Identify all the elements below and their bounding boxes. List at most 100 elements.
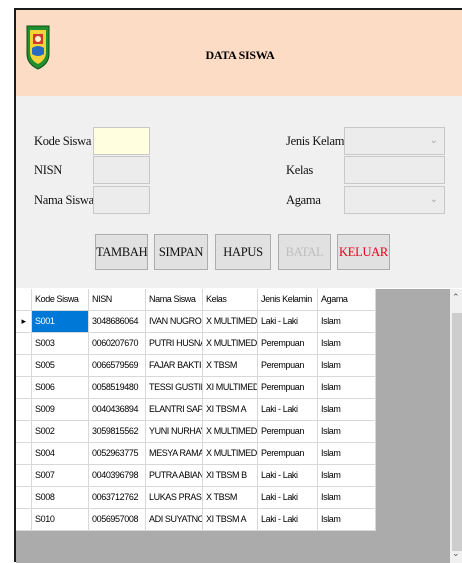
- column-header[interactable]: Jenis Kelamin: [258, 289, 318, 311]
- table-cell[interactable]: IVAN NUGROH...: [146, 311, 203, 333]
- table-cell[interactable]: Islam: [318, 333, 376, 355]
- table-cell[interactable]: XI TBSM A: [203, 509, 258, 531]
- row-header[interactable]: [16, 399, 32, 421]
- row-header[interactable]: ▸: [16, 311, 32, 333]
- row-header[interactable]: [16, 421, 32, 443]
- row-header[interactable]: [16, 377, 32, 399]
- scroll-down-icon[interactable]: ⌄: [452, 549, 460, 559]
- table-cell[interactable]: S006: [32, 377, 89, 399]
- table-cell[interactable]: S002: [32, 421, 89, 443]
- table-cell[interactable]: Perempuan: [258, 443, 318, 465]
- row-header[interactable]: [16, 509, 32, 531]
- column-header[interactable]: Agama: [318, 289, 376, 311]
- table-cell[interactable]: LUKAS PRASET...: [146, 487, 203, 509]
- table-cell[interactable]: Islam: [318, 311, 376, 333]
- table-cell[interactable]: Islam: [318, 377, 376, 399]
- nama-siswa-input[interactable]: [93, 186, 150, 214]
- table-cell[interactable]: 0063712762: [89, 487, 146, 509]
- table-row[interactable]: S0070040396798PUTRA ABIANS...XI TBSM BLa…: [16, 465, 376, 487]
- table-row[interactable]: S0060058519480TESSI GUSTINAXI MULTIMEDIA…: [16, 377, 376, 399]
- table-cell[interactable]: Islam: [318, 399, 376, 421]
- table-cell[interactable]: S005: [32, 355, 89, 377]
- table-cell[interactable]: 0052963775: [89, 443, 146, 465]
- table-cell[interactable]: PUTRA ABIANS...: [146, 465, 203, 487]
- table-cell[interactable]: XI TBSM B: [203, 465, 258, 487]
- table-row[interactable]: S010 0056957008 ADI SUYATNO XI TBSM A Laki -…: [16, 509, 376, 531]
- table-cell[interactable]: S008: [32, 487, 89, 509]
- table-cell[interactable]: ELANTRI SAPUA: [146, 399, 203, 421]
- table-cell[interactable]: X TBSM: [203, 355, 258, 377]
- table-cell[interactable]: X MULTIMEDIA A: [203, 311, 258, 333]
- table-cell[interactable]: Laki - Laki: [258, 487, 318, 509]
- table-cell[interactable]: S009: [32, 399, 89, 421]
- table-cell[interactable]: Islam: [318, 443, 376, 465]
- table-cell[interactable]: Laki - Laki: [258, 509, 318, 531]
- column-header[interactable]: Kode Siswa: [32, 289, 89, 311]
- hapus-button[interactable]: HAPUS: [215, 234, 271, 270]
- table-cell[interactable]: Islam: [318, 487, 376, 509]
- table-cell[interactable]: S001: [32, 311, 89, 333]
- table-cell[interactable]: S010: [32, 509, 89, 531]
- table-row[interactable]: S0023059815562YUNI NURHAYATIX MULTIMEDIA…: [16, 421, 376, 443]
- table-cell[interactable]: ADI SUYATNO: [146, 509, 203, 531]
- table-cell[interactable]: X TBSM: [203, 487, 258, 509]
- table-cell[interactable]: X MULTIMEDIA A: [203, 421, 258, 443]
- table-cell[interactable]: YUNI NURHAYATI: [146, 421, 203, 443]
- scrollbar-thumb[interactable]: [452, 313, 462, 551]
- table-cell[interactable]: MESYA RAMAD...: [146, 443, 203, 465]
- scroll-up-icon[interactable]: ⌃: [452, 293, 460, 303]
- siswa-data-grid[interactable]: Kode Siswa NISN Nama Siswa Kelas Jenis K…: [16, 288, 462, 563]
- table-cell[interactable]: 3048686064: [89, 311, 146, 333]
- table-cell[interactable]: Islam: [318, 509, 376, 531]
- table-row[interactable]: ▸S0013048686064IVAN NUGROH...X MULTIMEDI…: [16, 311, 376, 333]
- vertical-scrollbar[interactable]: ⌃ ⌄: [450, 289, 462, 563]
- table-cell[interactable]: Perempuan: [258, 421, 318, 443]
- table-row[interactable]: S0080063712762LUKAS PRASET...X TBSMLaki …: [16, 487, 376, 509]
- tambah-button[interactable]: TAMBAH: [95, 234, 148, 270]
- table-cell[interactable]: Laki - Laki: [258, 311, 318, 333]
- row-header[interactable]: [16, 487, 32, 509]
- table-row[interactable]: S0040052963775MESYA RAMAD...X MULTIMEDIA…: [16, 443, 376, 465]
- table-cell[interactable]: 0040436894: [89, 399, 146, 421]
- table-cell[interactable]: 0060207670: [89, 333, 146, 355]
- table-cell[interactable]: Islam: [318, 465, 376, 487]
- table-cell[interactable]: S003: [32, 333, 89, 355]
- batal-button[interactable]: BATAL: [278, 234, 331, 270]
- row-header[interactable]: [16, 333, 32, 355]
- table-cell[interactable]: X MULTIMEDIA A: [203, 333, 258, 355]
- column-header[interactable]: NISN: [89, 289, 146, 311]
- table-cell[interactable]: XI MULTIMEDIA: [203, 377, 258, 399]
- table-cell[interactable]: 0056957008: [89, 509, 146, 531]
- column-header[interactable]: Nama Siswa: [146, 289, 203, 311]
- table-cell[interactable]: Perempuan: [258, 377, 318, 399]
- table-cell[interactable]: Islam: [318, 421, 376, 443]
- table-cell[interactable]: XI TBSM A: [203, 399, 258, 421]
- table-cell[interactable]: PUTRI HUSNA ...: [146, 333, 203, 355]
- table-cell[interactable]: TESSI GUSTINA: [146, 377, 203, 399]
- keluar-button[interactable]: KELUAR: [337, 234, 390, 270]
- table-row[interactable]: S0090040436894ELANTRI SAPUAXI TBSM ALaki…: [16, 399, 376, 421]
- table-cell[interactable]: 3059815562: [89, 421, 146, 443]
- table-cell[interactable]: FAJAR BAKTI: [146, 355, 203, 377]
- table-cell[interactable]: 0058519480: [89, 377, 146, 399]
- table-row[interactable]: S005 0066579569 FAJAR BAKTI X TBSM Perempuan…: [16, 355, 376, 377]
- table-cell[interactable]: S007: [32, 465, 89, 487]
- kode-siswa-input[interactable]: [93, 127, 150, 155]
- jenis-kelamin-select[interactable]: ⌄: [344, 127, 445, 155]
- table-cell[interactable]: Laki - Laki: [258, 399, 318, 421]
- row-header[interactable]: [16, 443, 32, 465]
- table-cell[interactable]: Laki - Laki: [258, 465, 318, 487]
- table-row[interactable]: S0030060207670PUTRI HUSNA ...X MULTIMEDI…: [16, 333, 376, 355]
- row-header[interactable]: [16, 355, 32, 377]
- table-cell[interactable]: Perempuan: [258, 355, 318, 377]
- kelas-input[interactable]: [344, 156, 445, 184]
- table-cell[interactable]: 0040396798: [89, 465, 146, 487]
- table-cell[interactable]: Islam: [318, 355, 376, 377]
- table-cell[interactable]: Perempuan: [258, 333, 318, 355]
- nisn-input[interactable]: [93, 156, 150, 184]
- table-cell[interactable]: S004: [32, 443, 89, 465]
- agama-select[interactable]: ⌄: [344, 186, 445, 214]
- simpan-button[interactable]: SIMPAN: [154, 234, 208, 270]
- table-cell[interactable]: 0066579569: [89, 355, 146, 377]
- column-header[interactable]: Kelas: [203, 289, 258, 311]
